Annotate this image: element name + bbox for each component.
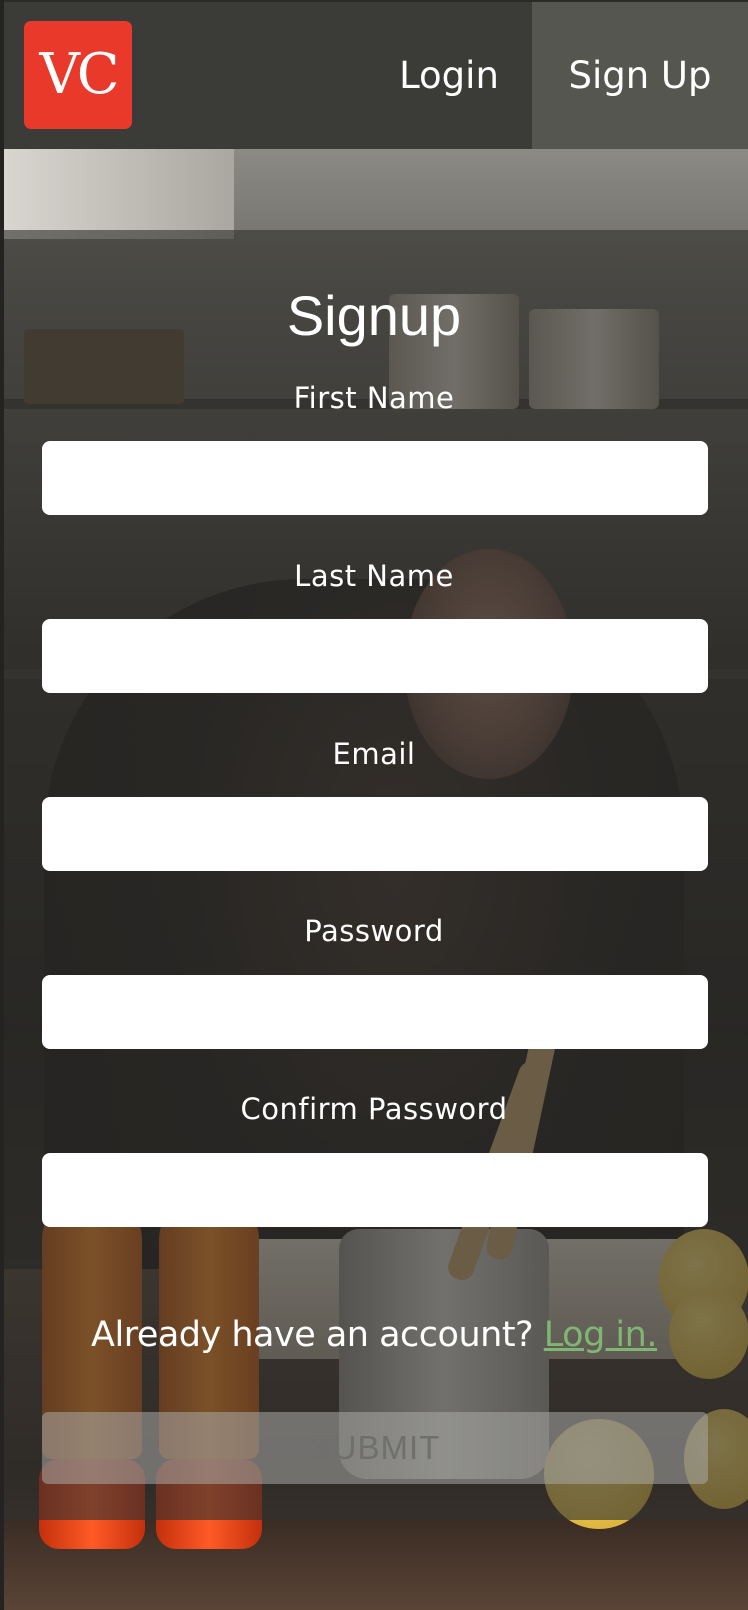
confirm-password-label: Confirm Password	[240, 1092, 508, 1126]
signup-page: VC Login Sign Up Signup First Name Last …	[0, 0, 748, 1610]
submit-button[interactable]: SUBMIT	[42, 1412, 708, 1484]
first-name-label: First Name	[293, 381, 455, 415]
brand-logo[interactable]: VC	[24, 21, 132, 129]
first-name-input[interactable]	[42, 441, 708, 515]
account-prompt-text: Already have an account?	[91, 1315, 534, 1355]
nav-signup-link[interactable]: Sign Up	[532, 2, 748, 149]
account-prompt: Already have an account? Log in.	[0, 1310, 748, 1360]
email-input[interactable]	[42, 797, 708, 871]
password-label: Password	[304, 914, 444, 948]
logo-text: VC	[39, 42, 119, 107]
confirm-password-input[interactable]	[42, 1153, 708, 1227]
nav-login-link[interactable]: Login	[364, 2, 534, 149]
last-name-label: Last Name	[294, 559, 454, 593]
window-light	[4, 149, 234, 239]
login-link[interactable]: Log in.	[544, 1315, 658, 1355]
email-label: Email	[332, 737, 416, 771]
last-name-input[interactable]	[42, 619, 708, 693]
top-navbar: VC Login Sign Up	[4, 0, 748, 149]
password-input[interactable]	[42, 975, 708, 1049]
form-title: Signup	[286, 284, 462, 347]
